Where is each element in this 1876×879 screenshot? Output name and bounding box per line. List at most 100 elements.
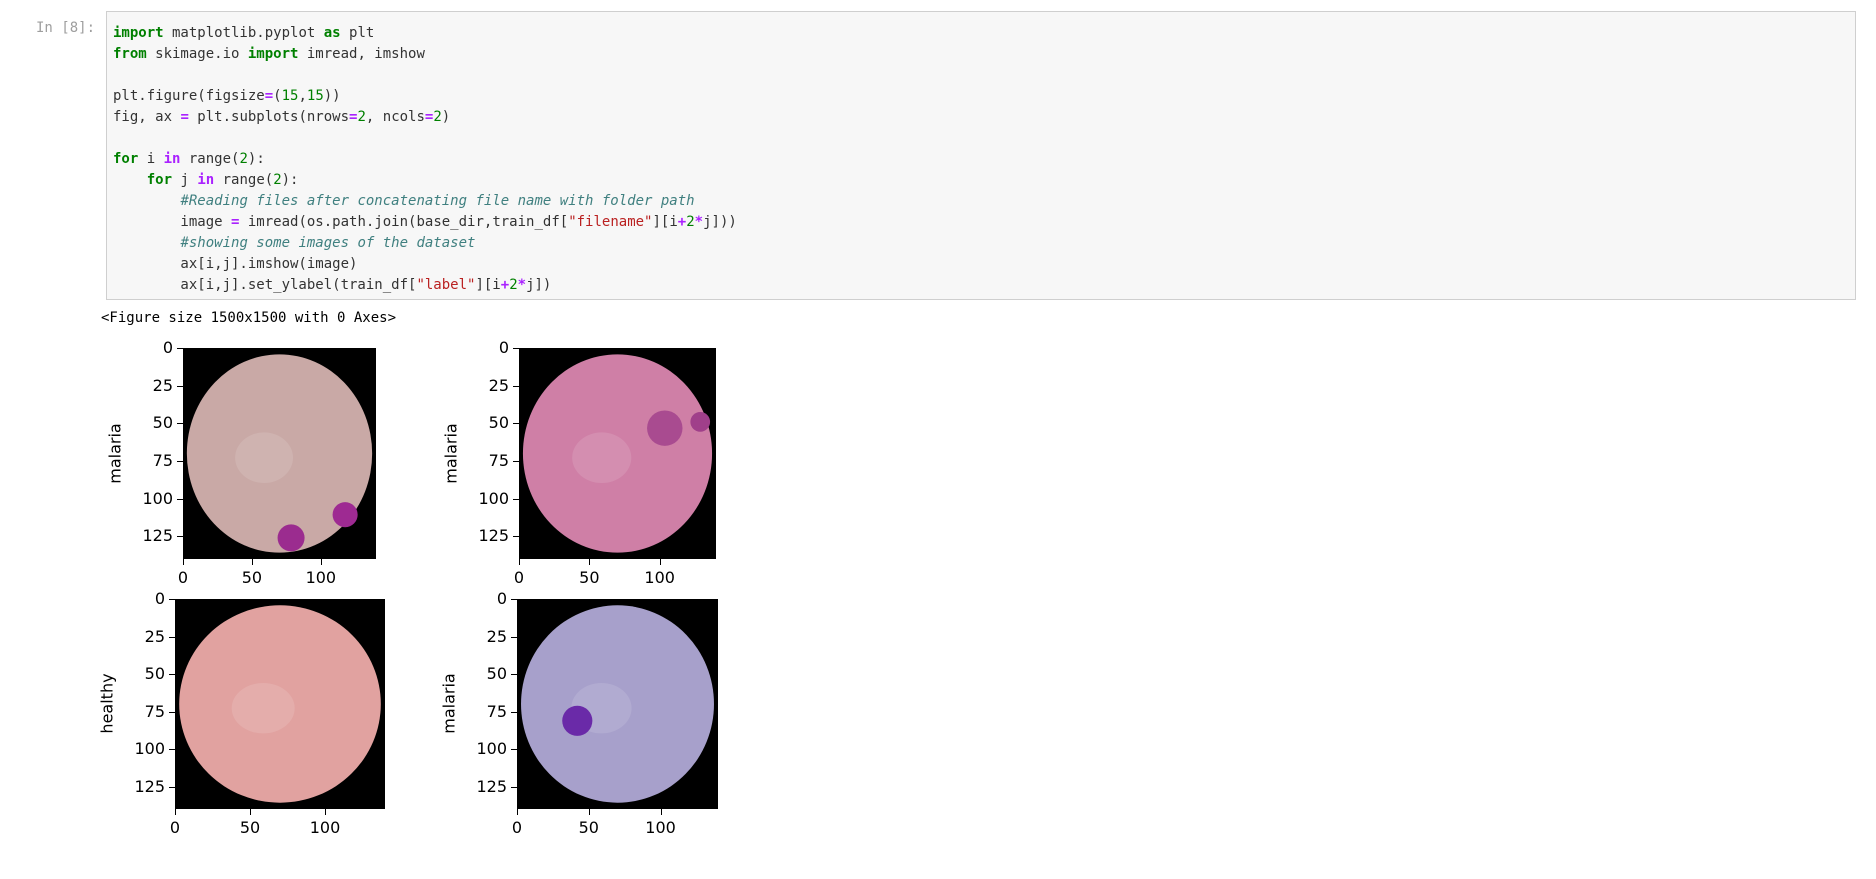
y-tick-mark [169,674,175,675]
code-line: import matplotlib.pyplot as plt [113,23,374,44]
y-tick-label: 0 [496,589,507,608]
y-tick-mark [169,749,175,750]
code-line: plt.figure(figsize=(15,15)) [113,86,341,107]
code-token: 15 [306,88,324,104]
y-tick-mark [511,749,517,750]
code-token: from [113,46,147,62]
code-token: #Reading files after concatenating file … [180,193,695,209]
output-text: <Figure size 1500x1500 with 0 Axes> [101,310,397,326]
code-token: import [113,25,164,41]
code-token: range( [214,172,274,188]
x-tick-mark [175,809,176,815]
code-token: , ncols [365,109,425,125]
code-token: + [500,277,510,293]
code-token: imread(os.path.join(base_dir,train_df[ [239,214,569,230]
code-token: in [163,151,181,167]
y-tick-mark [177,348,183,349]
code-token: range( [180,151,240,167]
code-line: fig, ax = plt.subplots(nrows=2, ncols=2) [113,107,450,128]
axes-frame [517,599,718,809]
y-tick-mark [169,636,175,638]
code-token: , [298,88,307,104]
code-token: ax[i,j].imshow(image) [113,256,358,272]
x-tick-label: 100 [309,818,341,837]
code-token: "label" [416,277,476,293]
y-tick-label: 50 [486,664,507,683]
x-tick-mark [251,559,253,565]
y-tick-mark [169,786,175,788]
x-tick-mark [659,559,661,565]
y-tick-mark [511,786,517,788]
code-token: ): [247,151,265,167]
code-line: ax[i,j].imshow(image) [113,254,357,275]
y-tick-mark [511,599,517,600]
code-token: = [264,88,274,104]
y-tick-label: 125 [478,526,509,546]
x-tick-mark [519,559,520,565]
code-token: 2 [239,151,248,167]
y-tick-mark [177,423,183,425]
y-tick-label: 75 [144,701,165,721]
code-line: for i in range(2): [113,149,265,170]
x-tick-label: 100 [644,568,675,587]
code-line: for j in range(2): [113,170,299,191]
code-token: * [517,277,527,293]
y-axis-label: malaria [439,673,459,734]
y-axis-label: malaria [105,422,125,484]
x-tick-label: 50 [239,818,261,837]
y-axis-label: healthy [97,673,117,734]
code-token: #showing some images of the dataset [180,235,476,251]
code-token: ) [441,109,451,125]
code-token: matplotlib.pyplot [163,25,324,41]
code-token: plt [340,25,375,41]
y-tick-mark [513,536,519,538]
y-tick-label: 75 [152,451,173,471]
y-tick-label: 100 [142,488,173,508]
code-token: j])) [703,214,737,230]
x-tick-mark [325,809,326,815]
y-tick-mark [513,498,519,500]
x-tick-mark [320,559,322,565]
y-tick-mark [177,498,183,500]
x-tick-label: 50 [579,568,600,587]
y-tick-label: 125 [142,526,173,546]
y-axis-label: malaria [441,422,461,484]
x-tick-label: 50 [241,568,263,587]
x-tick-label: 100 [305,568,337,587]
axes-frame [519,348,716,559]
code-token: )) [323,88,341,104]
y-tick-label: 25 [488,375,509,395]
y-tick-label: 25 [486,626,507,646]
x-tick-mark [183,559,184,565]
x-tick-mark [517,809,518,815]
code-token: as [323,25,341,41]
x-tick-mark [660,809,662,815]
x-tick-mark [589,559,591,565]
code-token: ( [273,88,282,104]
y-tick-mark [177,385,183,387]
x-tick-label: 100 [645,818,676,837]
code-token: 2 [357,109,366,125]
code-token: j [172,172,198,188]
code-token: image [113,214,232,230]
y-tick-label: 100 [134,739,165,758]
y-tick-label: 100 [476,739,507,758]
code-token: 2 [273,172,282,188]
code-token: ax[i,j].set_ylabel(train_df[ [113,277,417,293]
y-tick-label: 25 [144,626,165,646]
y-tick-label: 75 [488,451,509,471]
code-token: 2 [433,109,442,125]
y-tick-label: 100 [478,488,509,508]
x-tick-mark [250,809,251,815]
code-token: ][i [652,214,678,230]
y-tick-mark [169,711,175,713]
y-tick-label: 125 [476,776,507,796]
code-token: imread, imshow [298,46,425,62]
y-tick-mark [177,536,183,538]
code-token: in [197,172,215,188]
y-tick-label: 0 [498,338,509,357]
code-cell[interactable]: import matplotlib.pyplot as plt from skim… [106,11,1856,300]
